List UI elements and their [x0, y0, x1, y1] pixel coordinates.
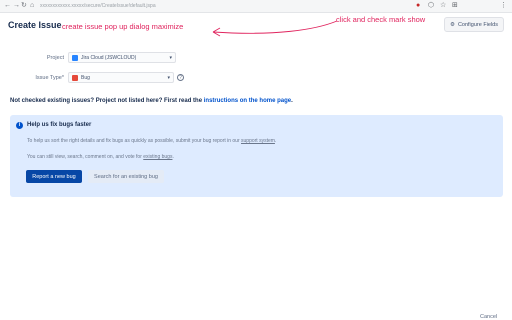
bookmark-star-icon[interactable]: ☆: [440, 1, 446, 11]
help-icon[interactable]: ?: [177, 74, 184, 81]
configure-fields-label: Configure Fields: [457, 21, 498, 28]
info-panel: i Help us fix bugs faster To help us sor…: [10, 115, 503, 197]
info-line-2: You can still view, search, comment on, …: [27, 154, 174, 160]
issue-type-value: Bug: [81, 74, 90, 81]
info-line-2-text: You can still view, search, comment on, …: [27, 154, 144, 160]
back-icon[interactable]: ←: [4, 1, 11, 11]
home-icon[interactable]: ⌂: [30, 1, 34, 11]
page-title: Create Issue: [8, 20, 62, 30]
annotation-right: click and check mark show: [336, 15, 426, 24]
issue-type-label: Issue Type*: [35, 75, 64, 81]
report-new-bug-button[interactable]: Report a new bug: [26, 170, 82, 183]
info-line-2-end: .: [172, 154, 174, 160]
project-avatar-icon: [72, 54, 78, 61]
extension-active-icon[interactable]: ●: [416, 1, 420, 11]
extension-icon[interactable]: ⬡: [428, 1, 434, 11]
project-select-value: Jira Cloud (JSWCLOUD): [81, 54, 137, 61]
browser-toolbar: ← → ↻ ⌂ xxxxxxxxxxxx.xxxxx/secure/Create…: [0, 0, 512, 13]
project-label: Project: [46, 55, 64, 61]
info-title: Help us fix bugs faster: [27, 122, 92, 128]
gear-icon: ⚙: [450, 21, 455, 28]
annotation-left: create issue pop up dialog maximize: [62, 22, 184, 31]
notice-prefix: Not checked existing issues? Project not…: [10, 98, 204, 104]
chevron-down-icon: ▾: [169, 54, 172, 61]
home-instructions-link[interactable]: instructions on the home page: [204, 98, 291, 104]
menu-dots-icon[interactable]: ⋮: [500, 1, 507, 11]
chevron-down-icon: ▾: [167, 74, 170, 81]
info-icon: i: [16, 122, 23, 129]
configure-fields-button[interactable]: ⚙ Configure Fields: [444, 17, 504, 32]
info-line-1: To help us sort the right details and fi…: [27, 138, 276, 144]
search-existing-bug-button[interactable]: Search for an existing bug: [88, 170, 164, 183]
reload-icon[interactable]: ↻: [21, 1, 27, 11]
info-line-1-end: .: [274, 138, 277, 144]
forward-icon[interactable]: →: [13, 1, 20, 11]
notice-text: Not checked existing issues? Project not…: [10, 98, 293, 104]
info-line-1-text: To help us sort the right details and fi…: [27, 138, 242, 144]
cancel-link[interactable]: Cancel: [480, 314, 497, 320]
existing-bugs-link[interactable]: existing bugs: [143, 154, 172, 160]
annotation-arrow-icon: [212, 20, 338, 37]
support-system-link[interactable]: support system: [241, 138, 275, 144]
address-bar[interactable]: xxxxxxxxxxxx.xxxxx/secure/CreateIssue!de…: [40, 2, 156, 10]
notice-end: .: [291, 98, 293, 104]
issue-type-select[interactable]: Bug ▾: [68, 72, 174, 83]
project-select[interactable]: Jira Cloud (JSWCLOUD) ▾: [68, 52, 176, 63]
bug-icon: [72, 74, 78, 81]
collections-icon[interactable]: ⊞: [452, 1, 458, 11]
